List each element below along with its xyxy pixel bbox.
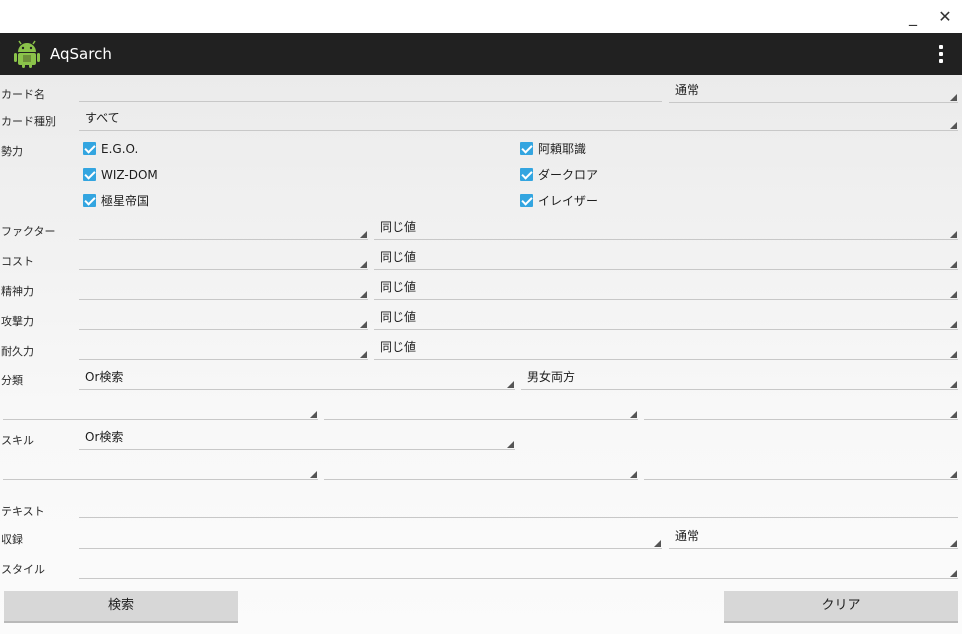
action-bar: AqSarch xyxy=(0,33,962,75)
category-mode-spinner[interactable]: Or検索 xyxy=(79,367,515,390)
recorded-label: 収録 xyxy=(1,533,23,546)
defense-value-spinner[interactable] xyxy=(79,337,368,360)
category-label: 分類 xyxy=(1,374,23,387)
skill-label: スキル xyxy=(1,434,34,447)
skill-spinner-1[interactable] xyxy=(3,457,318,480)
card-type-spinner[interactable]: すべて xyxy=(79,108,958,131)
window-titlebar: _ ✕ xyxy=(0,0,962,33)
style-label: スタイル xyxy=(1,563,45,576)
attack-compare-spinner[interactable]: 同じ値 xyxy=(374,307,958,330)
cost-value-spinner[interactable] xyxy=(79,247,368,270)
factor-value-spinner[interactable] xyxy=(79,217,368,240)
minimize-button[interactable]: _ xyxy=(901,6,925,28)
card-name-mode-spinner[interactable]: 通常 xyxy=(669,80,958,103)
search-button[interactable]: 検索 xyxy=(4,591,238,623)
recorded-mode-spinner[interactable]: 通常 xyxy=(669,526,958,549)
skill-spinner-3[interactable] xyxy=(644,457,958,480)
skill-mode-spinner[interactable]: Or検索 xyxy=(79,427,515,450)
text-label: テキスト xyxy=(1,505,45,518)
card-name-input[interactable] xyxy=(79,101,662,102)
spirit-compare-spinner[interactable]: 同じ値 xyxy=(374,277,958,300)
defense-compare-spinner[interactable]: 同じ値 xyxy=(374,337,958,360)
category-spinner-2[interactable] xyxy=(324,397,638,420)
app-window: _ ✕ AqSarch カード名 通常 カード種別 すべて 勢力 E.G.O. … xyxy=(0,0,962,634)
card-name-label: カード名 xyxy=(1,88,45,101)
attack-label: 攻撃力 xyxy=(1,315,34,328)
cost-compare-spinner[interactable]: 同じ値 xyxy=(374,247,958,270)
category-gender-spinner[interactable]: 男女両方 xyxy=(521,367,958,390)
text-input[interactable] xyxy=(79,517,958,518)
factor-label: ファクター xyxy=(1,225,56,238)
style-spinner[interactable] xyxy=(79,556,958,579)
overflow-menu-icon[interactable] xyxy=(938,45,944,63)
category-spinner-1[interactable] xyxy=(3,397,318,420)
spirit-value-spinner[interactable] xyxy=(79,277,368,300)
attack-value-spinner[interactable] xyxy=(79,307,368,330)
cost-label: コスト xyxy=(1,255,34,268)
clear-button[interactable]: クリア xyxy=(724,591,958,623)
search-form: カード名 通常 カード種別 すべて 勢力 E.G.O. 阿頼耶識 WIZ-DOM… xyxy=(0,75,962,634)
app-title: AqSarch xyxy=(50,45,112,63)
skill-spinner-2[interactable] xyxy=(324,457,638,480)
android-icon xyxy=(14,40,40,68)
card-type-label: カード種別 xyxy=(1,115,56,128)
factor-compare-spinner[interactable]: 同じ値 xyxy=(374,217,958,240)
category-spinner-3[interactable] xyxy=(644,397,958,420)
recorded-spinner[interactable] xyxy=(79,526,662,549)
close-button[interactable]: ✕ xyxy=(933,6,957,28)
defense-label: 耐久力 xyxy=(1,345,34,358)
spirit-label: 精神力 xyxy=(1,285,34,298)
faction-label: 勢力 xyxy=(1,145,23,158)
